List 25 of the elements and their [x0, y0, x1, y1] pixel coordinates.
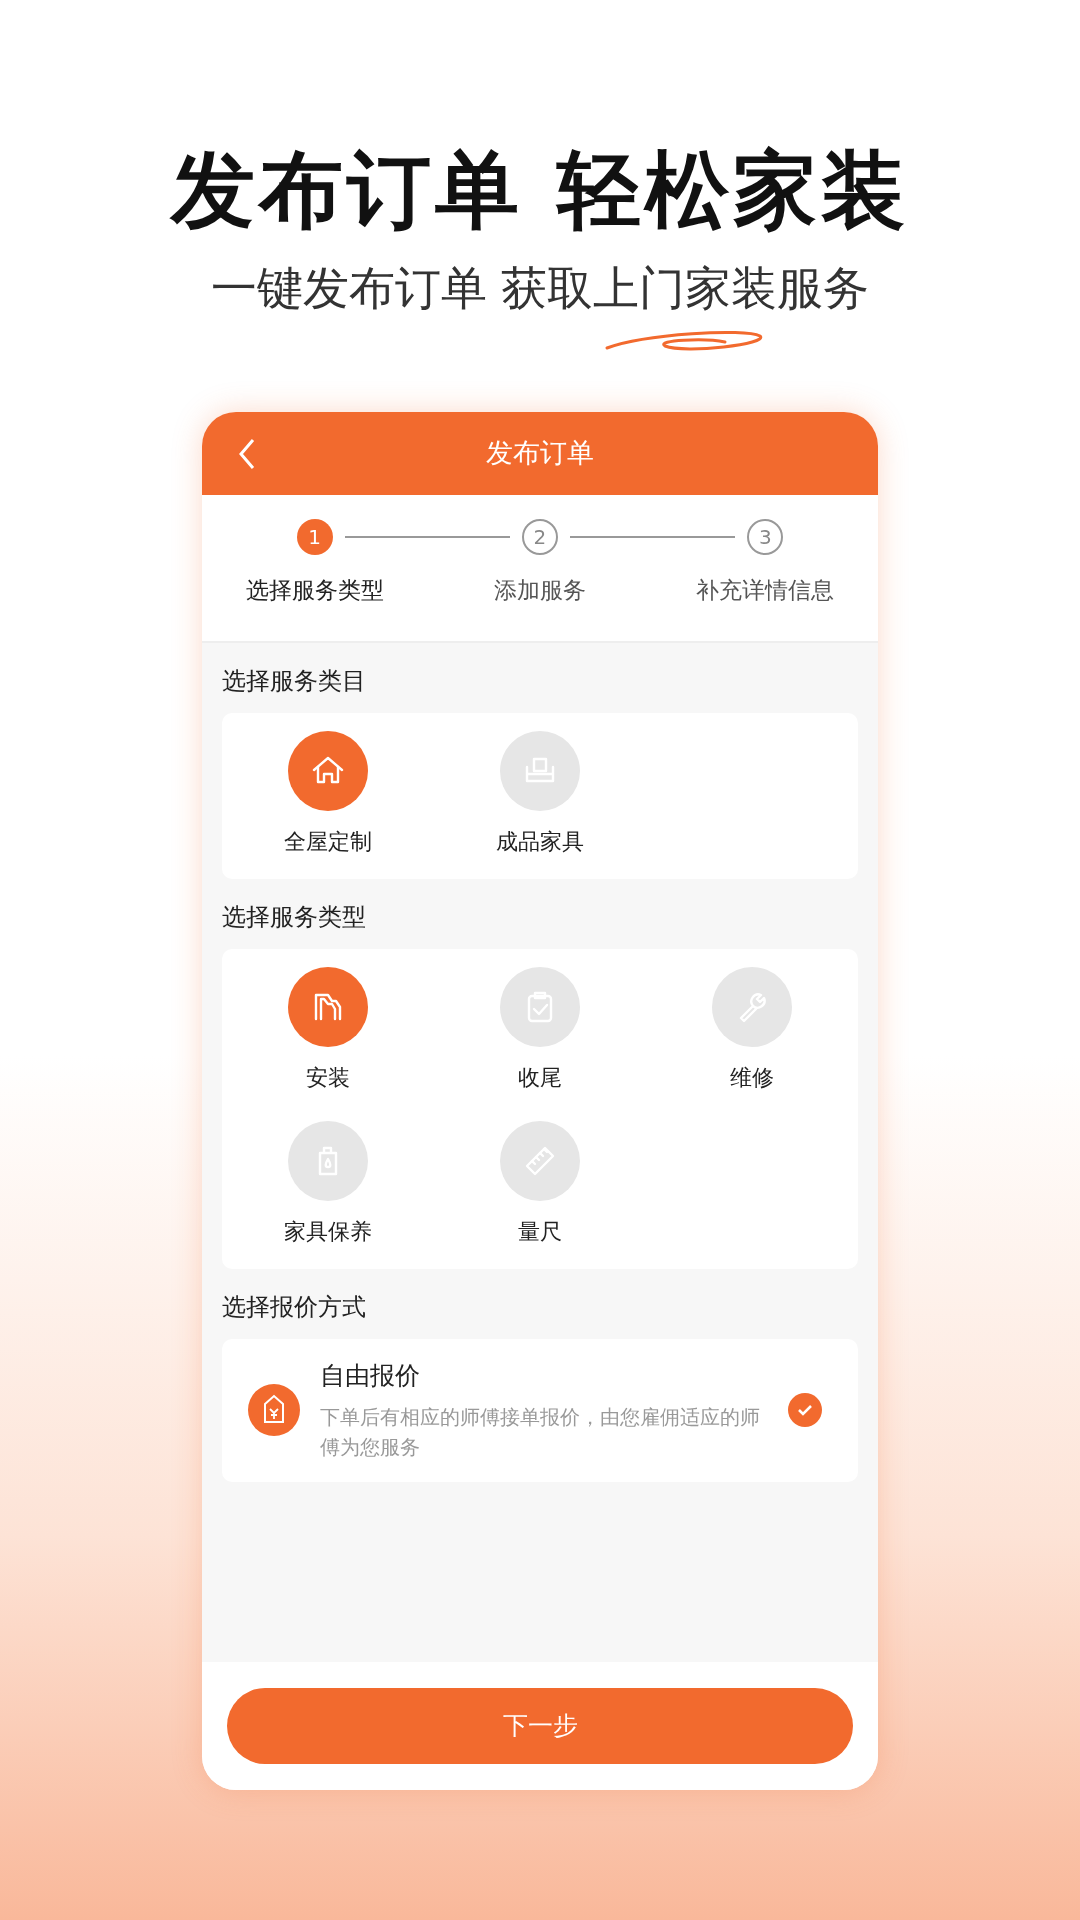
service-label: 量尺: [518, 1218, 562, 1246]
step-label: 添加服务: [494, 576, 586, 605]
service-label: 收尾: [518, 1064, 562, 1092]
price-tag-icon: [248, 1384, 300, 1437]
service-label: 成品家具: [496, 828, 584, 856]
service-label: 全屋定制: [284, 828, 372, 856]
option-description: 下单后有相应的师傅接单报价，由您雇佣适应的师傅为您服务: [320, 1404, 761, 1461]
subheadline: 一键发布订单 获取上门家装服务: [210, 260, 870, 316]
section-title: 选择服务类型: [221, 902, 367, 933]
step-label: 选择服务类型: [245, 576, 384, 605]
service-label: 家具保养: [284, 1218, 372, 1246]
pricing-option[interactable]: 自由报价 下单后有相应的师傅接单报价，由您雇佣适应的师傅为您服务: [222, 1339, 858, 1482]
option-name: 自由报价: [320, 1360, 421, 1392]
service-label: 维修: [730, 1064, 774, 1092]
section-title: 选择报价方式: [221, 1292, 367, 1323]
back-icon[interactable]: [238, 438, 256, 470]
step-number: 3: [747, 519, 784, 555]
step-label: 补充详情信息: [696, 576, 835, 605]
step-number: 2: [522, 519, 558, 555]
headline: 发布订单 轻松家装: [171, 140, 909, 241]
section-title: 选择服务类目: [221, 666, 367, 697]
checkbox[interactable]: [788, 1393, 822, 1428]
service-label: 安装: [306, 1064, 350, 1092]
step-number: 1: [296, 519, 333, 555]
screen-title: 发布订单: [486, 436, 594, 471]
